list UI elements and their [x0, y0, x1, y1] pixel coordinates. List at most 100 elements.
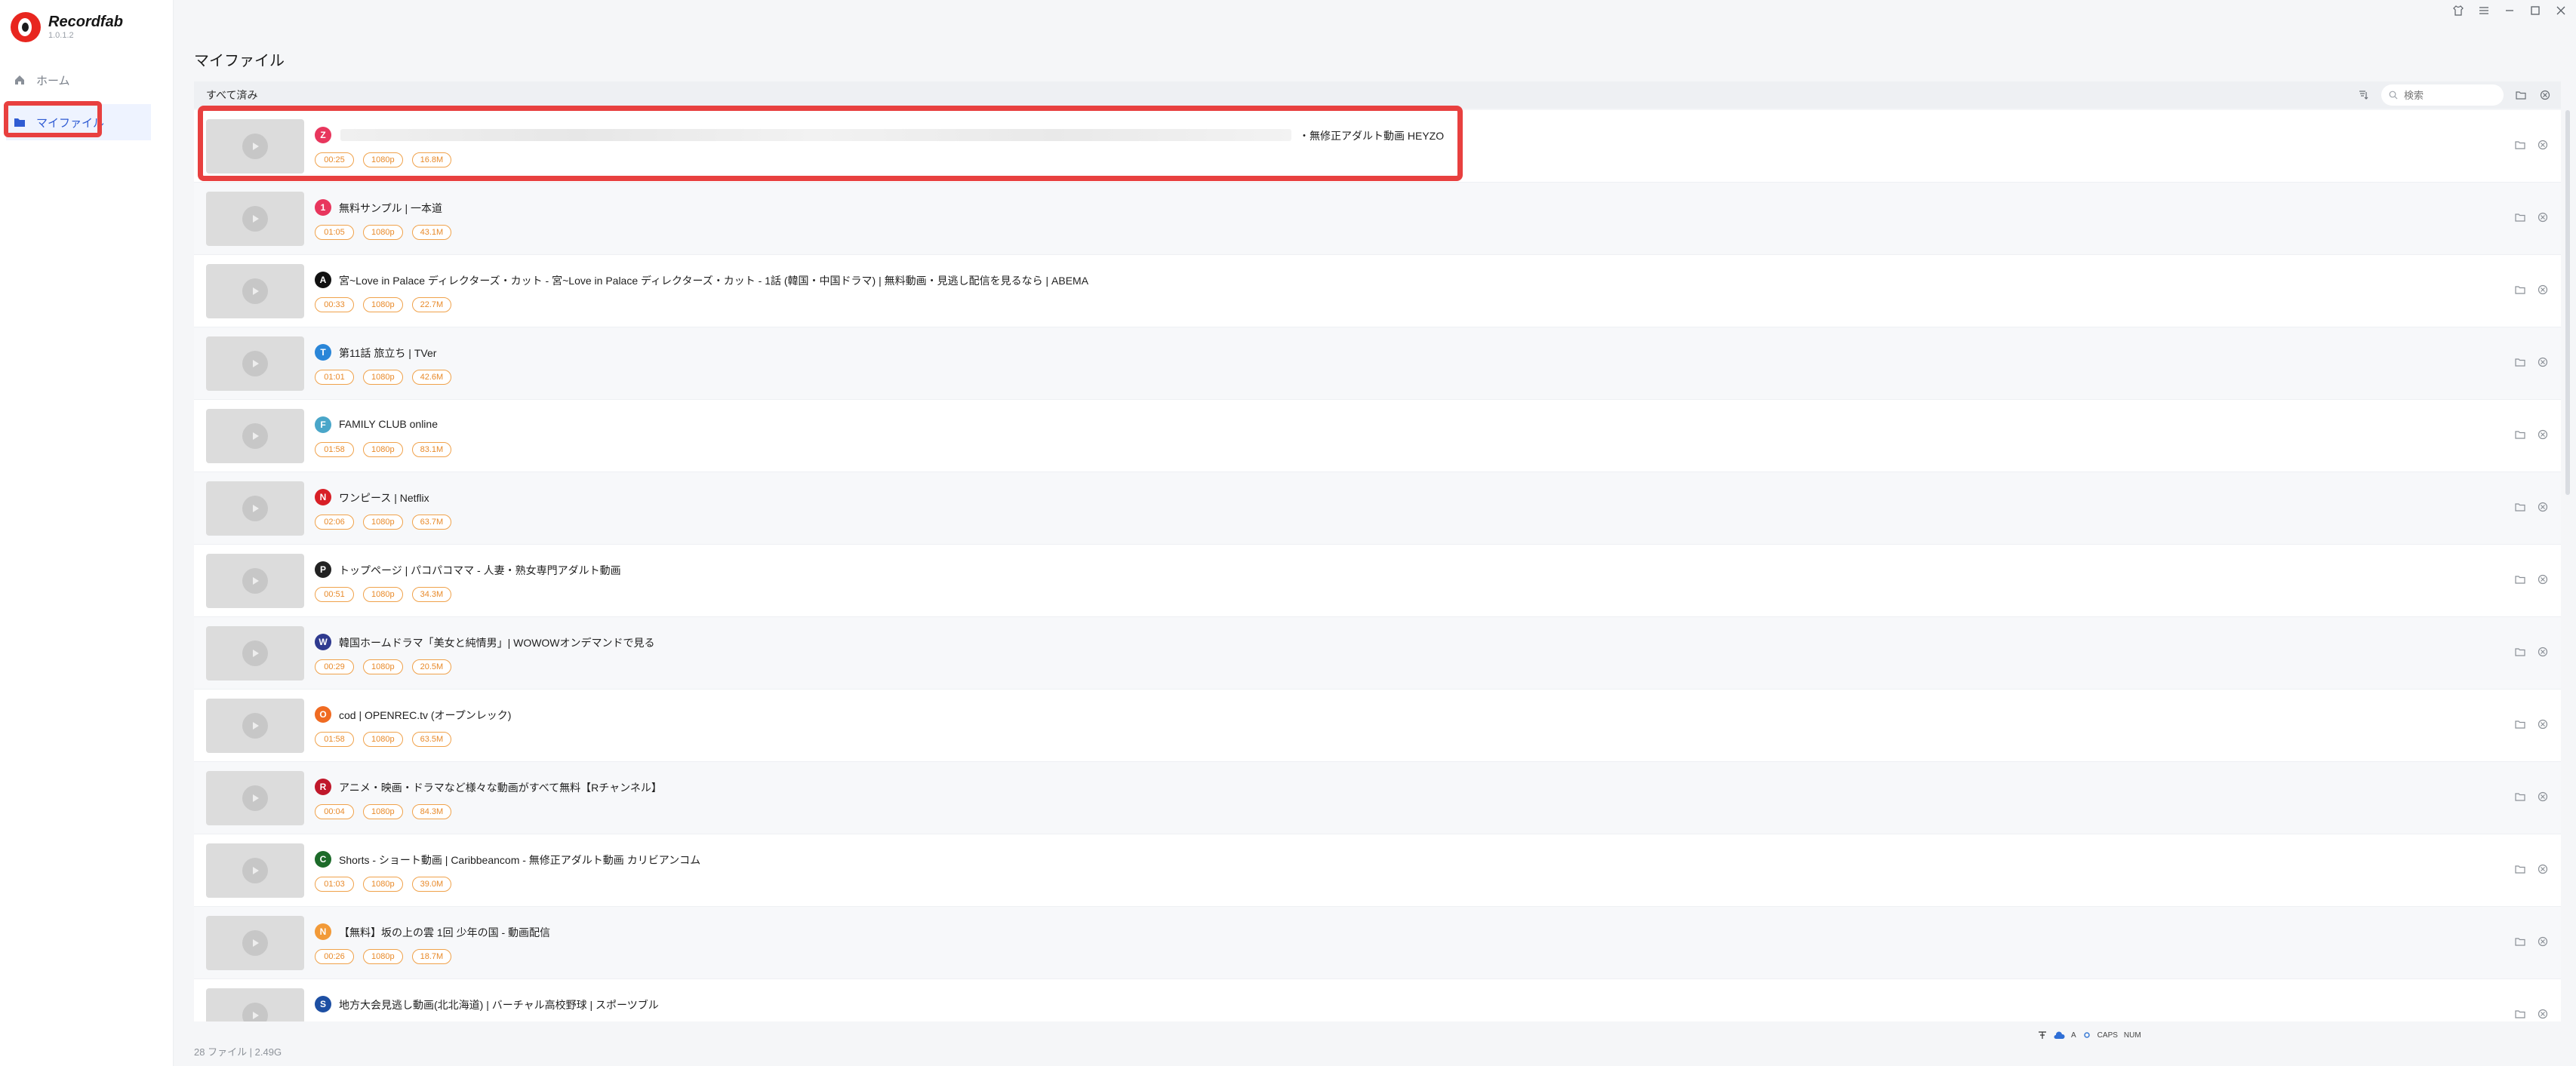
video-thumbnail[interactable]: [206, 916, 304, 970]
video-thumbnail[interactable]: [206, 843, 304, 898]
file-row[interactable]: Ocod | OPENREC.tv (オープンレック) 01:58 1080p 63.…: [194, 690, 2561, 762]
open-folder-icon[interactable]: [2514, 88, 2528, 102]
video-thumbnail[interactable]: [206, 264, 304, 318]
delete-icon[interactable]: [2537, 646, 2549, 658]
play-icon[interactable]: [242, 351, 268, 376]
video-thumbnail[interactable]: [206, 336, 304, 391]
main-panel: マイファイル すべて済み 検索 Z ・無修正アダルト動画 HEYZO 00:25…: [174, 0, 2576, 1066]
open-folder-icon[interactable]: [2514, 139, 2526, 151]
sidebar-item-label: ホーム: [36, 74, 70, 88]
open-folder-icon[interactable]: [2514, 284, 2526, 296]
duration-tag: 02:06: [315, 515, 354, 530]
file-row[interactable]: N 【無料】坂の上の雲 1回 少年の国 - 動画配信 00:26 1080p 18.7M: [194, 907, 2561, 979]
delete-icon[interactable]: [2537, 211, 2549, 223]
file-row[interactable]: F FAMILY CLUB online 01:58 1080p 83.1M: [194, 400, 2561, 472]
ime-mode-label[interactable]: A: [2071, 1031, 2076, 1040]
play-icon[interactable]: [242, 278, 268, 304]
redacted-title: [340, 129, 1291, 141]
play-icon[interactable]: [242, 641, 268, 666]
file-row[interactable]: C Shorts - ショート動画 | Caribbeancom - 無修正アダル…: [194, 834, 2561, 907]
open-folder-icon[interactable]: [2514, 211, 2526, 223]
scrollbar[interactable]: [2565, 110, 2570, 495]
resolution-tag: 1080p: [363, 370, 403, 385]
open-folder-icon[interactable]: [2514, 573, 2526, 585]
play-icon[interactable]: [242, 1003, 268, 1021]
size-tag: 39.0M: [411, 877, 452, 892]
size-tag: 43.1M: [411, 225, 452, 240]
delete-icon[interactable]: [2537, 791, 2549, 803]
video-thumbnail[interactable]: [206, 699, 304, 753]
row-actions: [2514, 573, 2549, 585]
file-row[interactable]: A 宮~Love in Palace ディレクターズ・カット - 宮~Love i…: [194, 255, 2561, 327]
file-row[interactable]: S 地方大会見逃し動画(北北海道) | バーチャル高校野球 | スポーツブル: [194, 979, 2561, 1021]
open-folder-icon[interactable]: [2514, 1008, 2526, 1020]
play-icon[interactable]: [242, 496, 268, 521]
delete-icon[interactable]: [2537, 573, 2549, 585]
ime-icon[interactable]: [2038, 1031, 2047, 1040]
open-folder-icon[interactable]: [2514, 718, 2526, 730]
open-folder-icon[interactable]: [2514, 863, 2526, 875]
video-thumbnail[interactable]: [206, 554, 304, 608]
list-header: すべて済み: [194, 81, 2561, 109]
play-icon[interactable]: [242, 134, 268, 159]
play-icon[interactable]: [242, 785, 268, 811]
size-tag: 22.7M: [411, 297, 452, 312]
video-thumbnail[interactable]: [206, 409, 304, 463]
file-row[interactable]: N ワンピース | Netflix 02:06 1080p 63.7M: [194, 472, 2561, 545]
file-tags: 00:51 1080p 34.3M: [315, 587, 452, 602]
delete-icon[interactable]: [2537, 718, 2549, 730]
video-thumbnail[interactable]: [206, 192, 304, 246]
system-tray: A CAPS NUM: [2038, 1028, 2141, 1043]
play-icon[interactable]: [242, 713, 268, 739]
search-box[interactable]: [2381, 84, 2504, 106]
delete-all-icon[interactable]: [2538, 88, 2552, 102]
delete-icon[interactable]: [2537, 284, 2549, 296]
open-folder-icon[interactable]: [2514, 935, 2526, 948]
site-favicon-icon: T: [315, 344, 331, 361]
row-actions: [2514, 211, 2549, 223]
resolution-tag: 1080p: [363, 659, 403, 674]
file-row[interactable]: P トップページ | パコパコママ - 人妻・熟女専門アダルト動画 00:51 108…: [194, 545, 2561, 617]
cloud-icon[interactable]: [2053, 1031, 2065, 1040]
play-icon[interactable]: [242, 568, 268, 594]
file-tags: 01:05 1080p 43.1M: [315, 225, 452, 240]
settings-icon[interactable]: [2082, 1031, 2091, 1040]
open-folder-icon[interactable]: [2514, 791, 2526, 803]
sidebar-item-home[interactable]: ホーム: [0, 62, 174, 98]
file-tags: 00:29 1080p 20.5M: [315, 659, 452, 674]
video-thumbnail[interactable]: [206, 771, 304, 825]
row-actions: [2514, 863, 2549, 875]
file-list: Z ・無修正アダルト動画 HEYZO 00:25 1080p 16.8M 1 無料サンプル …: [194, 110, 2561, 1021]
delete-icon[interactable]: [2537, 501, 2549, 513]
delete-icon[interactable]: [2537, 139, 2549, 151]
play-icon[interactable]: [242, 930, 268, 956]
search-input[interactable]: [2404, 89, 2487, 101]
file-row[interactable]: Z ・無修正アダルト動画 HEYZO 00:25 1080p 16.8M: [194, 110, 2561, 183]
delete-icon[interactable]: [2537, 1008, 2549, 1020]
open-folder-icon[interactable]: [2514, 646, 2526, 658]
delete-icon[interactable]: [2537, 356, 2549, 368]
file-row[interactable]: W 韓国ホームドラマ「美女と純情男」| WOWOWオンデマンドで見る 00:29 10…: [194, 617, 2561, 690]
delete-icon[interactable]: [2537, 429, 2549, 441]
sort-icon[interactable]: [2357, 88, 2371, 102]
resolution-tag: 1080p: [363, 152, 403, 167]
page-title: マイファイル: [194, 53, 285, 69]
duration-tag: 00:51: [315, 587, 354, 602]
open-folder-icon[interactable]: [2514, 429, 2526, 441]
site-favicon-icon: O: [315, 706, 331, 723]
play-icon[interactable]: [242, 206, 268, 232]
video-thumbnail[interactable]: [206, 119, 304, 174]
video-thumbnail[interactable]: [206, 988, 304, 1021]
open-folder-icon[interactable]: [2514, 501, 2526, 513]
open-folder-icon[interactable]: [2514, 356, 2526, 368]
file-row[interactable]: R アニメ・映画・ドラマなど様々な動画がすべて無料【Rチャンネル】 00:04 108…: [194, 762, 2561, 834]
file-row[interactable]: 1 無料サンプル | 一本道 01:05 1080p 43.1M: [194, 183, 2561, 255]
file-row[interactable]: T 第11話 旅立ち | TVer 01:01 1080p 42.6M: [194, 327, 2561, 400]
delete-icon[interactable]: [2537, 935, 2549, 948]
row-actions: [2514, 356, 2549, 368]
delete-icon[interactable]: [2537, 863, 2549, 875]
play-icon[interactable]: [242, 423, 268, 449]
video-thumbnail[interactable]: [206, 626, 304, 680]
play-icon[interactable]: [242, 858, 268, 883]
video-thumbnail[interactable]: [206, 481, 304, 536]
